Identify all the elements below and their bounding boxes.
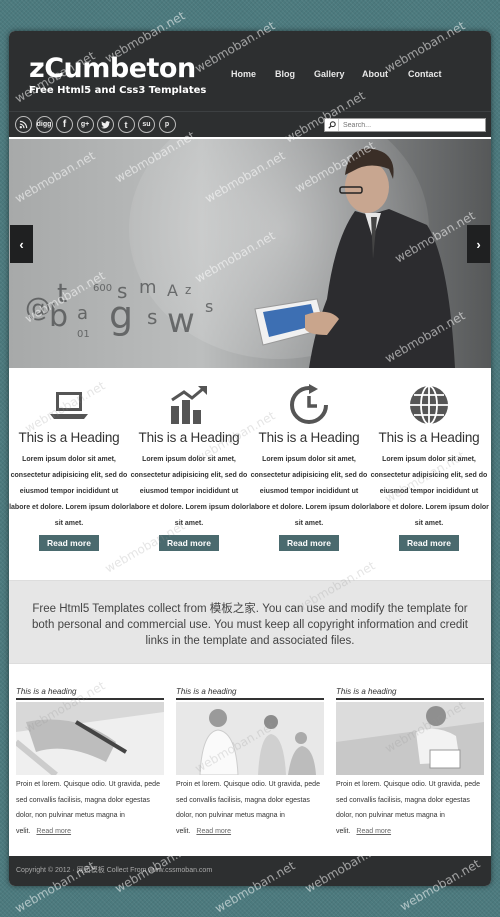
laptop-icon [9, 383, 129, 427]
feature-heading: This is a Heading [258, 430, 360, 445]
features: This is a Heading Lorem ipsum dolor sit … [9, 383, 491, 563]
logo-subtitle: Free Html5 and Css3 Templates [29, 85, 207, 96]
nav-contact[interactable]: Contact [408, 69, 448, 79]
post-item: This is a heading Proin et lorem. Quisqu… [16, 687, 164, 839]
read-more-button[interactable]: Read more [159, 535, 219, 551]
post-item: This is a heading Proin et lorem. Quisqu… [336, 687, 484, 839]
read-more-button[interactable]: Read more [399, 535, 459, 551]
footer-copyright: Copyright © 2012 · 网页模板 Collect From www… [16, 867, 213, 874]
info-band-text: Free Html5 Templates collect from 模板之家. … [32, 603, 468, 647]
read-more-button[interactable]: Read more [39, 535, 99, 551]
rss-icon[interactable] [15, 116, 32, 133]
feature-heading: This is a Heading [378, 430, 480, 445]
stumbleupon-icon[interactable]: su [138, 116, 155, 133]
post-text: Proin et lorem. Quisque odio. Ut gravida… [336, 781, 480, 835]
feature-item: This is a Heading Lorem ipsum dolor sit … [9, 383, 129, 551]
post-text: Proin et lorem. Quisque odio. Ut gravida… [16, 781, 160, 835]
social-icons: digg f g+ t su p [15, 116, 179, 133]
post-thumbnail[interactable] [176, 702, 324, 775]
post-item: This is a heading Proin et lorem. Quisqu… [176, 687, 324, 839]
feature-heading: This is a Heading [138, 430, 240, 445]
slider-next-button[interactable]: › [467, 225, 490, 263]
clock-refresh-icon [249, 383, 369, 427]
digg-icon[interactable]: digg [35, 116, 53, 133]
google-plus-icon[interactable]: g+ [76, 116, 94, 133]
feature-text: Lorem ipsum dolor sit amet, consectetur … [9, 456, 129, 527]
hero-slider: t 600 s m A z @ b a g s w s 01 ‹ › [9, 139, 491, 368]
search-icon[interactable] [325, 119, 339, 131]
chart-icon [129, 383, 249, 427]
footer: Copyright © 2012 · 网页模板 Collect From www… [9, 856, 491, 886]
read-more-button[interactable]: Read more [279, 535, 339, 551]
twitter-icon[interactable] [97, 116, 114, 133]
post-thumbnail[interactable] [16, 702, 164, 775]
feature-item: This is a Heading Lorem ipsum dolor sit … [249, 383, 369, 551]
feature-text: Lorem ipsum dolor sit amet, consectetur … [129, 456, 249, 527]
post-read-more-link[interactable]: Read more [196, 828, 231, 835]
nav-about[interactable]: About [362, 69, 408, 79]
feature-text: Lorem ipsum dolor sit amet, consectetur … [249, 456, 369, 527]
post-heading: This is a heading [16, 687, 164, 700]
main-nav: Home Blog Gallery About Contact [231, 69, 448, 79]
post-read-more-link[interactable]: Read more [356, 828, 391, 835]
feature-item: This is a Heading Lorem ipsum dolor sit … [369, 383, 489, 551]
post-heading: This is a heading [336, 687, 484, 700]
page-wrapper: zCumbeton Free Html5 and Css3 Templates … [9, 31, 491, 886]
post-text: Proin et lorem. Quisque odio. Ut gravida… [176, 781, 320, 835]
post-heading: This is a heading [176, 687, 324, 700]
nav-blog[interactable]: Blog [275, 69, 314, 79]
search-box [324, 118, 486, 132]
feature-text: Lorem ipsum dolor sit amet, consectetur … [369, 456, 489, 527]
header-divider [9, 111, 491, 112]
post-read-more-link[interactable]: Read more [36, 828, 71, 835]
feature-heading: This is a Heading [18, 430, 120, 445]
logo-title: zCumbeton [29, 53, 196, 84]
slider-prev-button[interactable]: ‹ [10, 225, 33, 263]
pinterest-icon[interactable]: p [158, 116, 176, 133]
globe-icon [369, 383, 489, 427]
facebook-icon[interactable]: f [56, 116, 73, 133]
tumblr-icon[interactable]: t [117, 116, 135, 133]
info-band: Free Html5 Templates collect from 模板之家. … [9, 580, 491, 664]
search-input[interactable] [343, 121, 483, 129]
nav-home[interactable]: Home [231, 69, 275, 79]
hero-image [254, 148, 455, 368]
header: zCumbeton Free Html5 and Css3 Templates … [9, 31, 491, 137]
logo[interactable]: zCumbeton Free Html5 and Css3 Templates [29, 53, 206, 97]
nav-gallery[interactable]: Gallery [314, 69, 362, 79]
feature-item: This is a Heading Lorem ipsum dolor sit … [129, 383, 249, 551]
post-thumbnail[interactable] [336, 702, 484, 775]
